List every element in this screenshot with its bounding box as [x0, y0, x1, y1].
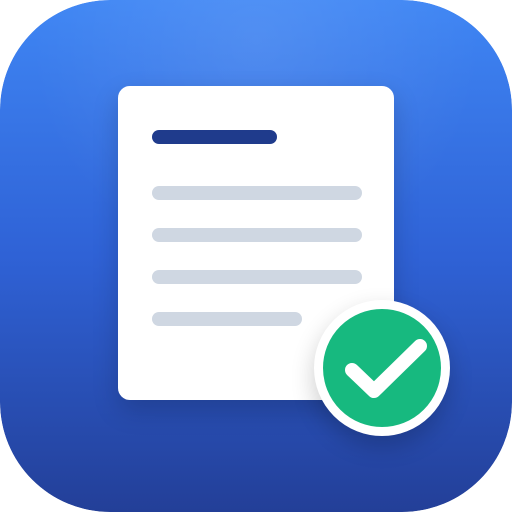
app-icon-tile	[0, 0, 512, 512]
document-text-line	[152, 186, 362, 200]
checkmark-stroke	[345, 339, 427, 398]
checkmark-icon	[345, 339, 427, 398]
document-text-line	[152, 270, 362, 284]
document-text-line	[152, 312, 302, 326]
document-title-bar	[152, 130, 277, 144]
document-text-line	[152, 228, 362, 242]
